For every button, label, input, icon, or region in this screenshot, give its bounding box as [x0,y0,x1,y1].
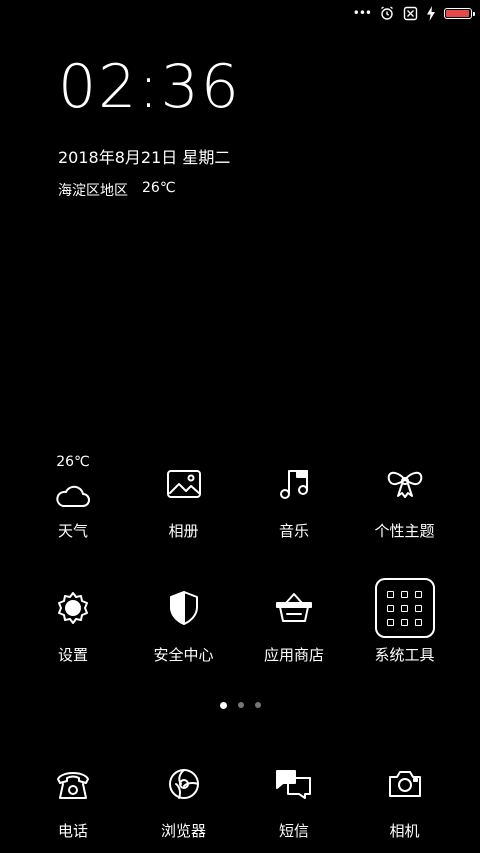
weather-temperature: 26℃ [142,180,176,196]
camera-icon [388,771,421,797]
app-settings[interactable]: 设置 [18,576,128,665]
alarm-icon [381,6,393,20]
app-label: 相册 [168,522,199,540]
app-music[interactable]: 音乐 [239,452,349,541]
app-grid-row-1: 26℃ 天气 相册 音乐 个性主题 [0,452,480,541]
weather-icon [56,485,90,507]
app-gallery[interactable]: 相册 [129,452,239,541]
app-label: 安全中心 [153,646,214,664]
app-camera[interactable]: 相机 [350,752,460,841]
music-icon [280,470,308,499]
app-messages[interactable]: 短信 [239,752,349,841]
page-indicator[interactable] [0,701,480,709]
page-dot [254,702,261,708]
weather-location: 海淀区地区 [58,183,128,199]
clock-time[interactable]: 02:36 [58,52,241,122]
app-label: 电话 [57,822,88,840]
app-themes[interactable]: 个性主题 [350,452,460,541]
page-dot [237,702,244,708]
app-label: 音乐 [278,522,309,540]
app-label: 短信 [278,822,309,840]
page-dot [219,701,227,709]
app-label: 设置 [57,646,88,664]
status-bar: ••• [352,4,475,22]
dock: 电话 浏览器 短信 相机 [0,752,480,841]
app-label: 相机 [389,822,420,840]
app-store-icon [276,593,312,622]
app-label: 系统工具 [374,646,435,664]
app-system-tools[interactable]: 系统工具 [350,576,460,665]
date-text[interactable]: 2018年8月21日 星期二 [58,144,230,168]
app-weather[interactable]: 26℃ 天气 [18,452,128,541]
app-label: 应用商店 [263,646,324,664]
app-label: 浏览器 [160,822,206,840]
phone-icon [57,772,89,799]
charging-icon [427,5,435,21]
app-store[interactable]: 应用商店 [239,576,349,665]
app-label: 天气 [57,522,88,540]
app-grid-row-2: 设置 安全中心 应用商店 系统工具 [0,576,480,665]
battery-icon [444,7,475,19]
app-security[interactable]: 安全中心 [129,576,239,665]
themes-icon [387,471,422,498]
app-phone[interactable]: 电话 [18,752,128,841]
weather-app-temp: 26℃ [56,454,90,470]
messages-icon [276,770,311,799]
gallery-icon [166,470,201,498]
more-icon: ••• [352,6,372,20]
security-icon [169,591,198,625]
settings-icon [58,592,88,624]
browser-icon [168,769,199,799]
no-sim-icon [403,6,418,20]
app-label: 个性主题 [374,522,435,540]
weather-summary[interactable]: 海淀区地区 26℃ [58,180,176,200]
app-browser[interactable]: 浏览器 [129,752,239,841]
system-tools-icon [374,578,435,638]
